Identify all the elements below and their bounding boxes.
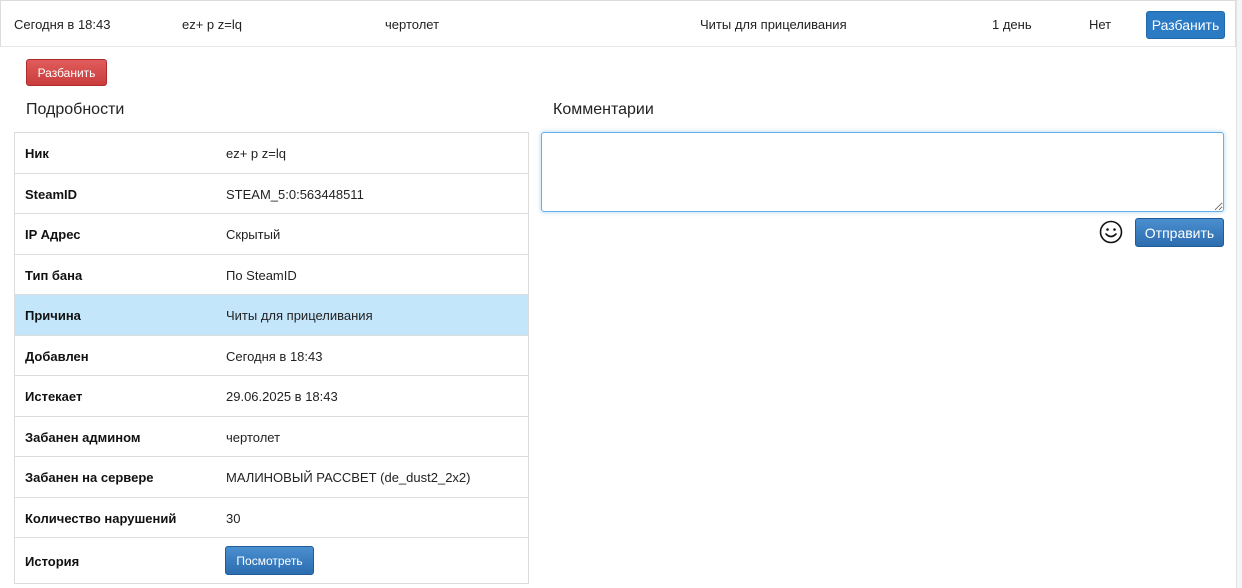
- details-row-server: Забанен на сервере МАЛИНОВЫЙ РАССВЕТ (de…: [15, 457, 528, 498]
- details-key: Забанен на сервере: [25, 470, 154, 485]
- details-key: Истекает: [25, 389, 83, 404]
- details-value: 29.06.2025 в 18:43: [226, 389, 338, 404]
- details-row-ip: IP Адрес Скрытый: [15, 214, 528, 255]
- details-row-admin: Забанен админом чертолет: [15, 417, 528, 457]
- details-value: STEAM_5:0:563448511: [226, 186, 364, 202]
- details-table: Ник ez+ p z=lq SteamID STEAM_5:0:5634485…: [14, 132, 529, 584]
- details-key: История: [25, 554, 80, 569]
- details-key: Забанен админом: [25, 429, 141, 445]
- details-key: SteamID: [25, 186, 78, 202]
- details-key: Количество нарушений: [25, 510, 177, 526]
- unban-row-button[interactable]: Разбанить: [1146, 11, 1225, 39]
- details-row-history: История Посмотреть: [15, 538, 528, 584]
- ban-date: Сегодня в 18:43: [14, 17, 111, 32]
- details-row-steamid: SteamID STEAM_5:0:563448511: [15, 174, 528, 214]
- unban-button[interactable]: Разбанить: [26, 59, 107, 86]
- details-key: Тип бана: [25, 267, 83, 283]
- ban-list-row: Сегодня в 18:43 ez+ p z=lq чертолет Читы…: [0, 0, 1236, 47]
- details-value: чертолет: [226, 429, 281, 445]
- details-row-violations: Количество нарушений 30: [15, 498, 528, 538]
- details-value: МАЛИНОВЫЙ РАССВЕТ (de_dust2_2x2): [226, 470, 471, 485]
- details-row-reason: Причина Читы для прицеливания: [15, 295, 528, 336]
- details-key: IP Адрес: [25, 227, 81, 242]
- ban-length: 1 день: [992, 17, 1032, 32]
- details-row-expires: Истекает 29.06.2025 в 18:43: [15, 376, 528, 417]
- details-value: По SteamID: [226, 267, 297, 283]
- details-value: ez+ p z=lq: [226, 146, 286, 161]
- send-comment-button[interactable]: Отправить: [1135, 218, 1224, 247]
- comment-input[interactable]: [541, 132, 1224, 212]
- details-row-nick: Ник ez+ p z=lq: [15, 133, 528, 174]
- ban-nick: ez+ p z=lq: [182, 17, 242, 32]
- details-value: 30: [226, 510, 241, 526]
- comments-title: Комментарии: [553, 101, 654, 118]
- ban-admin: чертолет: [385, 17, 440, 32]
- details-value: Читы для прицеливания: [226, 308, 373, 323]
- ban-expired: Нет: [1089, 17, 1112, 32]
- ban-reason: Читы для прицеливания: [700, 17, 847, 32]
- details-title: Подробности: [26, 101, 125, 118]
- scrollbar-track[interactable]: [1236, 0, 1242, 588]
- details-value: Сегодня в 18:43: [226, 348, 323, 364]
- smiley-icon[interactable]: [1099, 220, 1123, 244]
- details-value: Скрытый: [226, 227, 281, 242]
- view-history-button[interactable]: Посмотреть: [225, 546, 314, 575]
- details-key: Причина: [25, 308, 81, 323]
- details-row-added: Добавлен Сегодня в 18:43: [15, 336, 528, 376]
- details-row-ban-type: Тип бана По SteamID: [15, 255, 528, 295]
- details-key: Ник: [25, 146, 49, 161]
- details-key: Добавлен: [25, 348, 89, 364]
